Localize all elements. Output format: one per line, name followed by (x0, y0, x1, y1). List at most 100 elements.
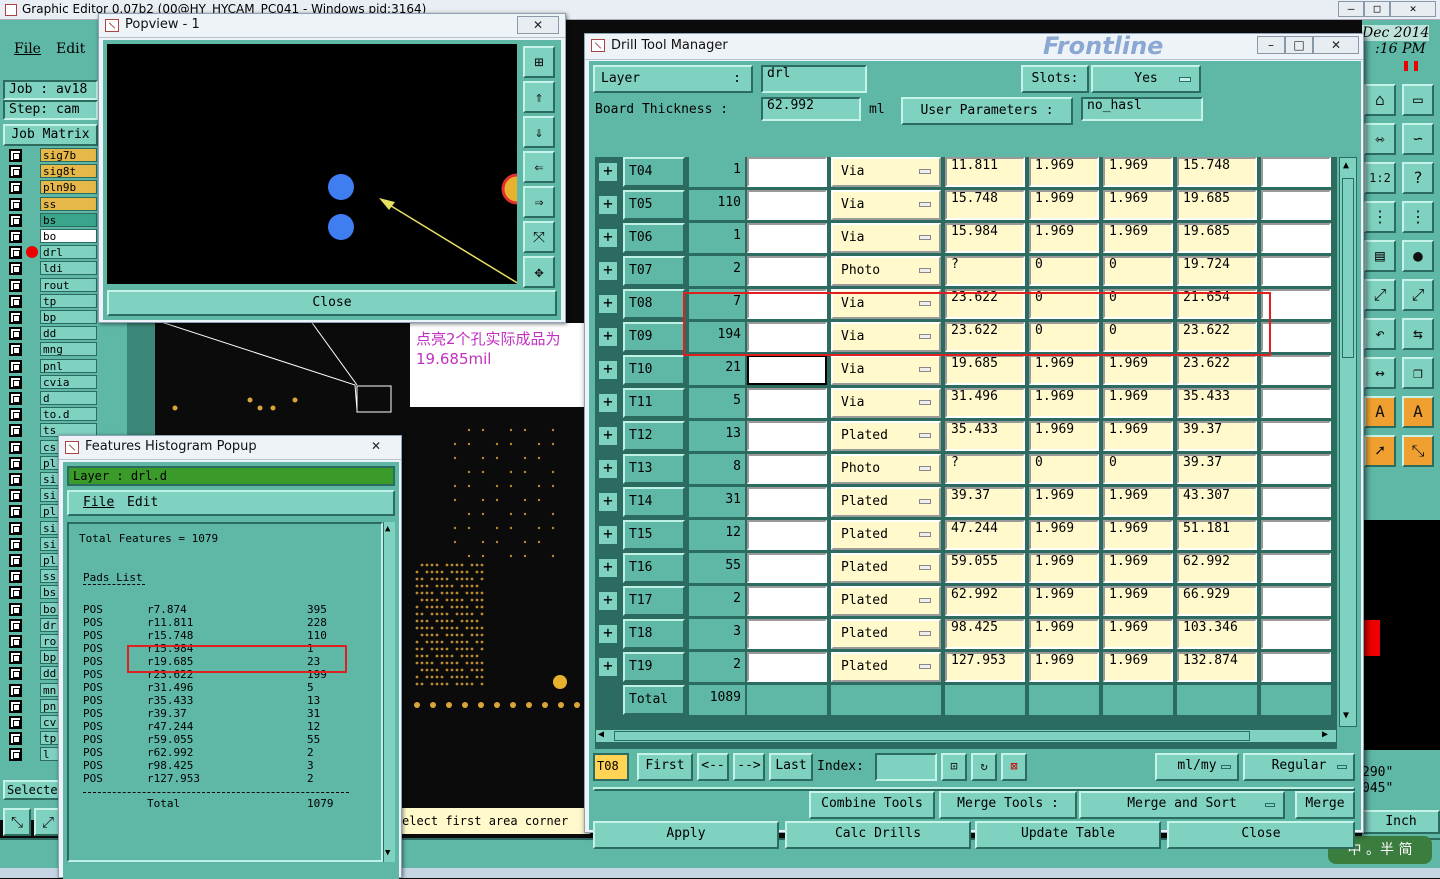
layer-checkbox[interactable] (9, 294, 22, 308)
dtm-cell-m[interactable]: 1.969 (1103, 487, 1173, 517)
menu-file[interactable]: File (14, 41, 41, 57)
layer-item[interactable]: sig8t (40, 164, 97, 179)
dtm-table-row[interactable]: + T13 8 Photo? 0 0 39.37 (595, 451, 1337, 484)
dtm-cell-m[interactable]: 1.969 (1103, 157, 1173, 187)
layer-item[interactable]: sig7b (40, 148, 97, 162)
layer-checkbox[interactable] (9, 537, 22, 551)
dtm-board-thickness-input[interactable]: 62.992 (761, 97, 861, 121)
layer-checkbox[interactable] (9, 748, 22, 762)
dtm-slots-dropdown[interactable]: Yes (1091, 65, 1201, 93)
dtm-cell-d2[interactable]: 103.346 (1177, 619, 1257, 649)
layer-checkbox[interactable] (9, 408, 22, 422)
layer-checkbox[interactable] (9, 246, 22, 260)
dtm-cell-blank[interactable] (747, 388, 827, 418)
layer-checkbox[interactable] (9, 683, 22, 697)
dtm-cell-blank[interactable] (1261, 157, 1331, 187)
dtm-cell-p[interactable]: 1.969 (1029, 355, 1099, 385)
dtm-table-vscroll[interactable]: ▲ ▼ (1339, 157, 1357, 727)
dtm-expand-icon[interactable]: + (597, 359, 619, 381)
dtm-cell-blank[interactable] (1261, 289, 1331, 319)
dtm-cell-d1[interactable]: 19.685 (945, 355, 1025, 385)
dtm-hscroll-thumb[interactable] (614, 731, 1250, 741)
dtm-delete-icon[interactable]: ⊠ (1001, 753, 1027, 781)
dtm-cell-blank[interactable] (747, 190, 827, 220)
dtm-cell-d1[interactable]: 11.811 (945, 157, 1025, 187)
dtm-vscroll-up-icon[interactable]: ▲ (1343, 160, 1349, 171)
units-button[interactable]: Inch (1362, 810, 1440, 834)
layer-item[interactable]: ldi (40, 261, 97, 276)
layers-a-icon[interactable]: ⋮ (1364, 201, 1396, 233)
dtm-cell-blank[interactable] (747, 421, 827, 451)
histogram-close-button[interactable]: ✕ (355, 438, 397, 456)
dtm-first-button[interactable]: First (637, 753, 693, 781)
dtm-cell-d2[interactable]: 39.37 (1177, 454, 1257, 484)
dtm-cell-blank[interactable] (747, 454, 827, 484)
layer-item[interactable]: pnl (40, 358, 97, 373)
home-icon[interactable]: ⌂ (1364, 84, 1396, 116)
layer-item[interactable]: to.d (40, 407, 97, 422)
dtm-tool-type-dropdown[interactable]: Plated (831, 553, 941, 583)
layer-checkbox[interactable] (9, 699, 22, 713)
layer-checkbox[interactable] (9, 230, 22, 243)
dtm-calc-drills-button[interactable]: Calc Drills (785, 821, 971, 849)
layer-checkbox[interactable] (9, 521, 22, 535)
dtm-layer-value[interactable]: drl (761, 65, 867, 93)
dtm-cell-p[interactable]: 1.969 (1029, 421, 1099, 451)
layer-checkbox[interactable] (9, 343, 22, 357)
dtm-cell-blank[interactable] (1261, 256, 1331, 286)
layer-item[interactable]: bs (40, 212, 97, 227)
histogram-menu-edit[interactable]: Edit (127, 495, 158, 510)
dtm-expand-icon[interactable]: + (597, 623, 619, 645)
dtm-total-row[interactable]: Total 1089 (595, 682, 1337, 715)
dtm-table-row[interactable]: + T18 3 Plated 98.425 1.969 1.969 103.346 (595, 616, 1337, 649)
dtm-tool-type-dropdown[interactable]: Via (831, 157, 941, 187)
dtm-cell-d2[interactable]: 35.433 (1177, 388, 1257, 418)
group-icon[interactable]: ❐ (1402, 357, 1434, 389)
dtm-cell-d1[interactable]: 31.496 (945, 388, 1025, 418)
histogram-menu-file[interactable]: File (83, 495, 114, 510)
pan-down-icon[interactable]: ⇓ (523, 116, 555, 148)
dtm-expand-icon[interactable]: + (597, 326, 619, 348)
dtm-expand-icon[interactable]: + (597, 590, 619, 612)
dtm-cell-blank[interactable] (1261, 487, 1331, 517)
dtm-expand-icon[interactable]: + (597, 392, 619, 414)
dtm-table-row[interactable]: + T11 5 Via 31.496 1.969 1.969 35.433 (595, 385, 1337, 418)
dtm-cell-d1[interactable]: 47.244 (945, 520, 1025, 550)
popview-close-btn[interactable]: Close (107, 290, 557, 316)
histogram-list[interactable]: Total Features = 1079 Pads List POS r7.87… (67, 522, 383, 862)
dtm-cell-p[interactable]: 1.969 (1029, 157, 1099, 187)
layer-item[interactable]: pln9b (40, 180, 97, 195)
zoom-out-icon[interactable]: ✥ (523, 256, 555, 288)
dtm-cell-blank[interactable] (1261, 553, 1331, 583)
ruler-icon[interactable]: ▤ (1364, 240, 1396, 272)
dtm-cell-blank[interactable] (747, 553, 827, 583)
dtm-expand-icon[interactable]: + (597, 656, 619, 678)
dtm-cell-m[interactable]: 0 (1103, 454, 1173, 484)
layer-checkbox[interactable] (9, 586, 22, 600)
left-tool-a-icon[interactable]: ⤡ (3, 808, 31, 836)
layer-checkbox[interactable] (9, 311, 22, 324)
dtm-cell-blank[interactable] (747, 487, 827, 517)
dtm-cell-m[interactable]: 1.969 (1103, 553, 1173, 583)
layer-item[interactable]: d (40, 391, 97, 405)
dtm-close-btn[interactable]: Close (1167, 821, 1355, 849)
dtm-vscroll-thumb[interactable] (1342, 178, 1354, 358)
dtm-expand-icon[interactable]: + (597, 260, 619, 282)
dtm-cell-d1[interactable]: 15.984 (945, 223, 1025, 253)
dtm-cell-m[interactable]: 1.969 (1103, 190, 1173, 220)
dtm-merge-mode-dropdown[interactable]: Merge and Sort (1079, 791, 1285, 819)
dtm-table-row[interactable]: + T10 21 Via 19.685 1.969 1.969 23.622 (595, 352, 1337, 385)
undo-icon[interactable]: ↶ (1364, 318, 1396, 350)
dtm-cell-d2[interactable]: 19.685 (1177, 190, 1257, 220)
dtm-table-row[interactable]: + T07 2 Photo? 0 0 19.724 (595, 253, 1337, 286)
layer-checkbox[interactable] (9, 570, 22, 584)
dtm-expand-icon[interactable]: + (597, 227, 619, 249)
dtm-cell-blank[interactable] (1261, 322, 1331, 352)
dtm-cell-blank[interactable] (1261, 223, 1331, 253)
layer-checkbox[interactable] (9, 262, 22, 276)
dtm-tool-type-dropdown[interactable]: Via (831, 223, 941, 253)
dtm-tool-type-dropdown[interactable]: Plated (831, 586, 941, 616)
dtm-cell-blank[interactable] (1261, 586, 1331, 616)
dtm-cell-m[interactable]: 0 (1103, 256, 1173, 286)
dtm-cell-d2[interactable]: 19.724 (1177, 256, 1257, 286)
